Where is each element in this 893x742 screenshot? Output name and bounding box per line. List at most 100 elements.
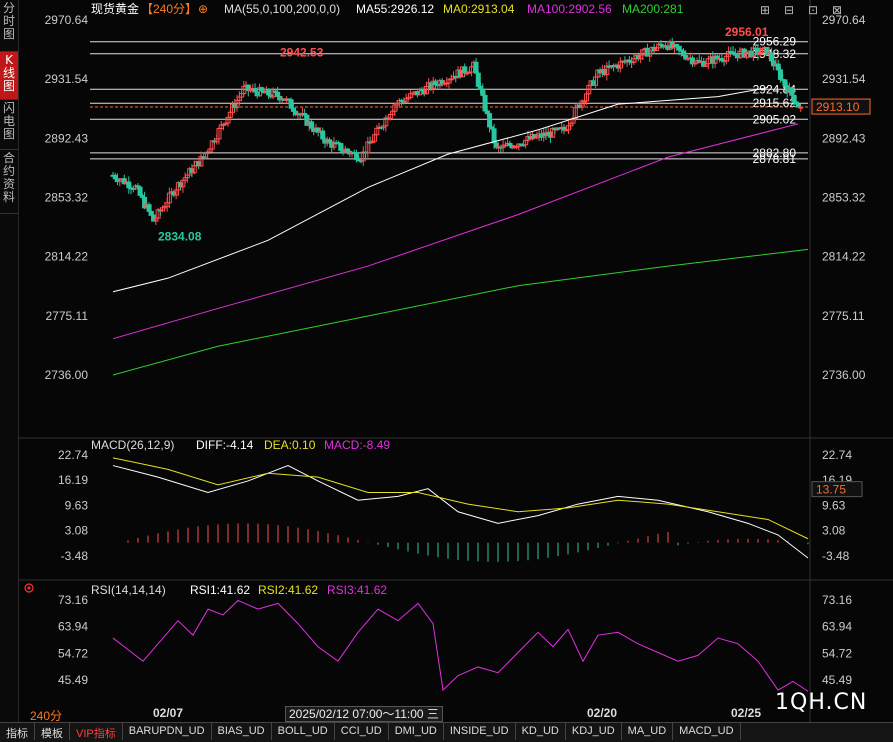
candle-body [480,88,486,96]
bottom-tab-vip-[interactable]: VIP指标 [70,723,123,740]
header-symbol: 现货黄金 [91,1,139,16]
candle-body [266,88,272,96]
date-label-0: 02/07 [153,706,183,720]
rsi-line [112,599,809,692]
level-label-6: 2878.81 [753,152,797,166]
ma200-line [112,248,809,376]
candle-body [789,87,795,96]
candle-body [798,106,804,109]
price-axis-right-2: 2892.43 [822,131,866,145]
header-ma100: MA100:2902.56 [527,2,612,16]
macd-dea-line [112,457,809,540]
price-axis-left-3: 2853.32 [45,191,89,205]
candle-body [487,113,493,128]
date-label-2: 02/25 [731,706,761,720]
candle-body [275,91,281,97]
candle-body [288,99,294,109]
price-axis-right-3: 2853.32 [822,191,866,205]
bottom-tab-ma-ud[interactable]: MA_UD [622,723,674,740]
macd-axis-right-0: 22.74 [822,448,852,462]
bottom-tab-inside-ud[interactable]: INSIDE_UD [444,723,516,740]
high-mark-1: 2942.53 [280,46,324,60]
price-axis-left-2: 2892.43 [45,131,89,145]
side-tab-1[interactable]: K线图 [0,52,18,100]
macd-dea: DEA:0.10 [264,438,316,452]
kline-chart[interactable]: 现货黄金 【240分】 MA(55,0,100,200,0,0) MA55:2926.… [18,0,893,722]
candle-body [791,94,797,103]
bottom-tab-kdj-ud[interactable]: KDJ_UD [566,723,622,740]
macd-diff-line [112,465,809,559]
price-axis-right-1: 2931.54 [822,72,866,86]
rsi-2: RSI2:41.62 [258,583,318,597]
macd-axis-right-4: -3.48 [822,549,850,563]
candle-body [676,45,682,51]
rsi-axis-left-2: 54.72 [58,646,88,660]
price-axis-left-4: 2814.22 [45,250,89,264]
low-mark: 2834.08 [158,230,202,244]
date-label-1: 02/20 [587,706,617,720]
header-ma-label: MA(55,0,100,200,0,0) [224,2,340,16]
header-ma55: MA55:2926.12 [356,2,434,16]
level-label-4: 2905.02 [753,112,797,126]
candle-body [775,63,781,71]
candle-body [680,50,686,57]
price-axis-right-0: 2970.64 [822,13,866,27]
watermark: 1QH.CN [775,690,868,715]
bottom-tab-bias-ud[interactable]: BIAS_UD [212,723,272,740]
rsi-axis-right-1: 63.94 [822,620,852,634]
macd-diff: DIFF:-4.14 [196,438,254,452]
candle-body [768,52,774,62]
rsi-axis-right-3: 45.49 [822,673,852,687]
candle-body [354,152,360,161]
candle-body [462,66,468,74]
macd-axis-right-2: 9.63 [822,499,846,513]
bottom-tab--[interactable]: 指标 [0,723,35,740]
rsi-axis-left-0: 73.16 [58,593,88,607]
toolbar-icon-0: ⊞ [760,3,770,17]
bottom-tab-macd-ud[interactable]: MACD_UD [673,723,741,740]
rsi-axis-left-1: 63.94 [58,620,88,634]
crosshair-time-tip: 2025/02/12 07:00～11:00 三 [285,706,443,722]
candle-body [475,72,481,87]
rsi-1: RSI1:41.62 [190,583,250,597]
macd-axis-left-4: -3.48 [61,549,89,563]
bottom-tab-dmi-ud[interactable]: DMI_UD [389,723,444,740]
rsi-axis-right-2: 54.72 [822,646,852,660]
candle-body [491,128,497,144]
price-axis-right-5: 2775.11 [822,309,865,323]
bottom-tab-boll-ud[interactable]: BOLL_UD [272,723,335,740]
header-ma200: MA200:281 [622,2,684,16]
bottom-tab-barupdn-ud[interactable]: BARUPDN_UD [123,723,212,740]
candle-body [126,181,132,189]
side-tab-2[interactable]: 闪电图 [0,100,18,150]
last-price-label: 2913.10 [816,100,860,114]
candle-body [320,130,326,140]
price-axis-right-6: 2736.00 [822,368,866,382]
macd-axis-left-0: 22.74 [58,448,88,462]
toolbar-icon-1: ⊟ [784,3,794,17]
candle-body [148,210,154,216]
header-ma0: MA0:2913.04 [443,2,515,16]
macd-title: MACD(26,12,9) [91,438,174,452]
bottom-tab-kd-ud[interactable]: KD_UD [516,723,566,740]
chart-app: 分时图 K线图 闪电图 合约资料 现货黄金 【240分】 MA(55,0,100,200,… [0,0,893,742]
macd-last-label: 13.75 [816,483,846,497]
price-axis-left-6: 2736.00 [45,368,89,382]
side-tab-bar: 分时图 K线图 闪电图 合约资料 [0,0,19,722]
price-axis-right-4: 2814.22 [822,250,866,264]
macd-axis-left-1: 16.19 [58,473,88,487]
bottom-tab--[interactable]: 模板 [35,723,70,740]
indicator-tab-bar: 指标 模板 VIP指标 BARUPDN_UD BIAS_UD BOLL_UD CCI_UD D… [0,722,893,742]
bottom-tab-cci-ud[interactable]: CCI_UD [335,723,389,740]
side-tab-3[interactable]: 合约资料 [0,150,18,214]
eye-icon[interactable] [24,583,34,593]
rsi-axis-right-0: 73.16 [822,593,852,607]
macd-value: MACD:-8.49 [324,438,390,452]
candle-body [482,94,488,112]
level-label-3: 2915.62 [753,96,797,110]
candle-body [137,186,143,196]
price-axis-left-1: 2931.54 [45,72,89,86]
candle-body [338,143,344,151]
macd-axis-left-2: 9.63 [65,499,89,513]
side-tab-0[interactable]: 分时图 [0,0,18,52]
